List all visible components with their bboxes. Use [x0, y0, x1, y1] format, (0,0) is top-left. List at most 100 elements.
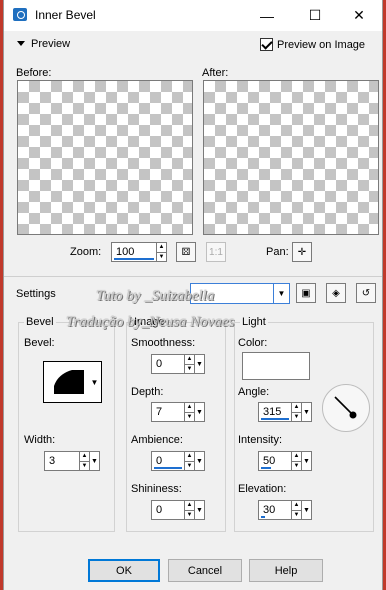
watermark-line-2: Tradução by_Neusa Novaes: [66, 314, 235, 330]
cancel-button[interactable]: Cancel: [168, 559, 242, 582]
angle-needle-icon: [334, 396, 357, 419]
spin-down-icon[interactable]: ▼: [185, 363, 194, 374]
angle-dial[interactable]: [322, 384, 370, 432]
settings-label: Settings: [16, 288, 56, 300]
ambience-label: Ambience:: [131, 434, 183, 446]
bevel-shape-preview[interactable]: [43, 361, 89, 403]
bevel-group-title: Bevel: [24, 316, 56, 328]
preview-toggle[interactable]: Preview: [17, 38, 70, 50]
intensity-spinner[interactable]: 50 ▲ ▼ ▼: [258, 451, 312, 471]
ambience-value: 0: [156, 455, 163, 467]
spin-down-icon[interactable]: ▼: [185, 460, 194, 471]
watermark-line-1: Tuto by _Suizabella: [96, 288, 215, 304]
cube-icon: ◈: [332, 287, 340, 299]
bevel-shape-dropdown[interactable]: ▼: [88, 361, 102, 403]
light-color-swatch[interactable]: [242, 352, 310, 380]
zoom-label: Zoom:: [70, 246, 102, 258]
pan-label: Pan:: [266, 246, 289, 258]
zoom-spinner[interactable]: 100 ▲ ▼: [111, 242, 167, 262]
angle-spinner[interactable]: 315 ▲ ▼ ▼: [258, 402, 312, 422]
spin-down-icon[interactable]: ▼: [157, 251, 166, 262]
collapse-triangle-icon: [17, 41, 25, 46]
before-preview[interactable]: [17, 80, 193, 235]
angle-label: Angle:: [238, 386, 270, 398]
help-button[interactable]: Help: [249, 559, 323, 582]
app-icon: [13, 8, 27, 21]
zoom-actual-size-button[interactable]: 1:1: [206, 242, 226, 262]
spin-up-icon[interactable]: ▲: [185, 355, 194, 364]
spin-up-icon[interactable]: ▲: [292, 403, 301, 412]
spin-up-icon[interactable]: ▲: [292, 501, 301, 510]
bevel-label: Bevel:: [24, 337, 55, 349]
maximize-icon: ☐: [308, 7, 322, 23]
pan-button[interactable]: ✛: [292, 242, 312, 262]
preview-on-image-label: Preview on Image: [277, 38, 366, 51]
dice-icon: ⚄: [181, 246, 191, 258]
shininess-value: 0: [156, 504, 163, 516]
checkbox-checked-icon: [260, 38, 273, 51]
spin-down-icon[interactable]: ▼: [292, 460, 301, 471]
smoothness-label: Smoothness:: [131, 337, 196, 349]
depth-value: 7: [156, 406, 163, 418]
spin-down-icon[interactable]: ▼: [185, 411, 194, 422]
spin-up-icon[interactable]: ▲: [157, 243, 166, 252]
width-spinner[interactable]: 3 ▲ ▼ ▼: [44, 451, 100, 471]
chevron-down-icon[interactable]: ▼: [194, 501, 204, 519]
spin-up-icon[interactable]: ▲: [80, 452, 89, 461]
preview-toggle-label: Preview: [31, 38, 71, 50]
smoothness-value: 0: [156, 358, 163, 370]
chevron-down-icon[interactable]: ▼: [194, 452, 204, 470]
intensity-value: 50: [263, 455, 276, 467]
intensity-label: Intensity:: [238, 434, 283, 446]
divider: [4, 276, 382, 277]
shininess-label: Shininess:: [131, 483, 182, 495]
spin-down-icon[interactable]: ▼: [292, 509, 301, 520]
reset-button[interactable]: ↺: [356, 283, 376, 303]
smoothness-spinner[interactable]: 0 ▲ ▼ ▼: [151, 354, 205, 374]
spin-down-icon[interactable]: ▼: [80, 460, 89, 471]
randomize-button[interactable]: ◈: [326, 283, 346, 303]
spin-up-icon[interactable]: ▲: [185, 501, 194, 510]
window-title: Inner Bevel: [35, 8, 96, 22]
spin-up-icon[interactable]: ▲: [185, 403, 194, 412]
elevation-label: Elevation:: [238, 483, 287, 495]
save-icon: ▣: [301, 287, 311, 299]
zoom-value: 100: [116, 246, 135, 258]
width-value: 3: [49, 455, 56, 467]
chevron-down-icon[interactable]: ▼: [301, 452, 311, 470]
minimize-button[interactable]: —: [244, 0, 290, 31]
chevron-down-icon: ▼: [273, 284, 289, 303]
before-label: Before:: [16, 67, 52, 79]
color-label: Color:: [238, 337, 268, 349]
chevron-down-icon[interactable]: ▼: [301, 501, 311, 519]
preview-on-image-checkbox[interactable]: Preview on Image: [260, 38, 365, 51]
close-icon: ✕: [353, 7, 365, 23]
elevation-value: 30: [263, 504, 276, 516]
chevron-down-icon[interactable]: ▼: [194, 355, 204, 373]
depth-spinner[interactable]: 7 ▲ ▼ ▼: [151, 402, 205, 422]
close-button[interactable]: ✕: [336, 0, 382, 31]
width-label: Width:: [24, 434, 56, 446]
after-preview[interactable]: [203, 80, 379, 235]
save-preset-button[interactable]: ▣: [296, 283, 316, 303]
ok-button[interactable]: OK: [88, 559, 160, 582]
after-label: After:: [202, 67, 229, 79]
spin-down-icon[interactable]: ▼: [185, 509, 194, 520]
spin-down-icon[interactable]: ▼: [292, 411, 301, 422]
angle-value: 315: [263, 406, 282, 418]
bevel-shape-icon: [54, 370, 84, 394]
elevation-spinner[interactable]: 30 ▲ ▼ ▼: [258, 500, 312, 520]
shininess-spinner[interactable]: 0 ▲ ▼ ▼: [151, 500, 205, 520]
maximize-button[interactable]: ☐: [292, 0, 338, 31]
zoom-to-fit-button[interactable]: ⚄: [176, 242, 196, 262]
move-icon: ✛: [297, 246, 307, 258]
chevron-down-icon[interactable]: ▼: [194, 403, 204, 421]
chevron-down-icon[interactable]: ▼: [301, 403, 311, 421]
ambience-spinner[interactable]: 0 ▲ ▼ ▼: [151, 451, 205, 471]
depth-label: Depth:: [131, 386, 164, 398]
chevron-down-icon[interactable]: ▼: [89, 452, 99, 470]
spin-up-icon[interactable]: ▲: [185, 452, 194, 461]
spin-up-icon[interactable]: ▲: [292, 452, 301, 461]
light-group-title: Light: [240, 316, 268, 328]
minimize-icon: —: [260, 7, 274, 24]
